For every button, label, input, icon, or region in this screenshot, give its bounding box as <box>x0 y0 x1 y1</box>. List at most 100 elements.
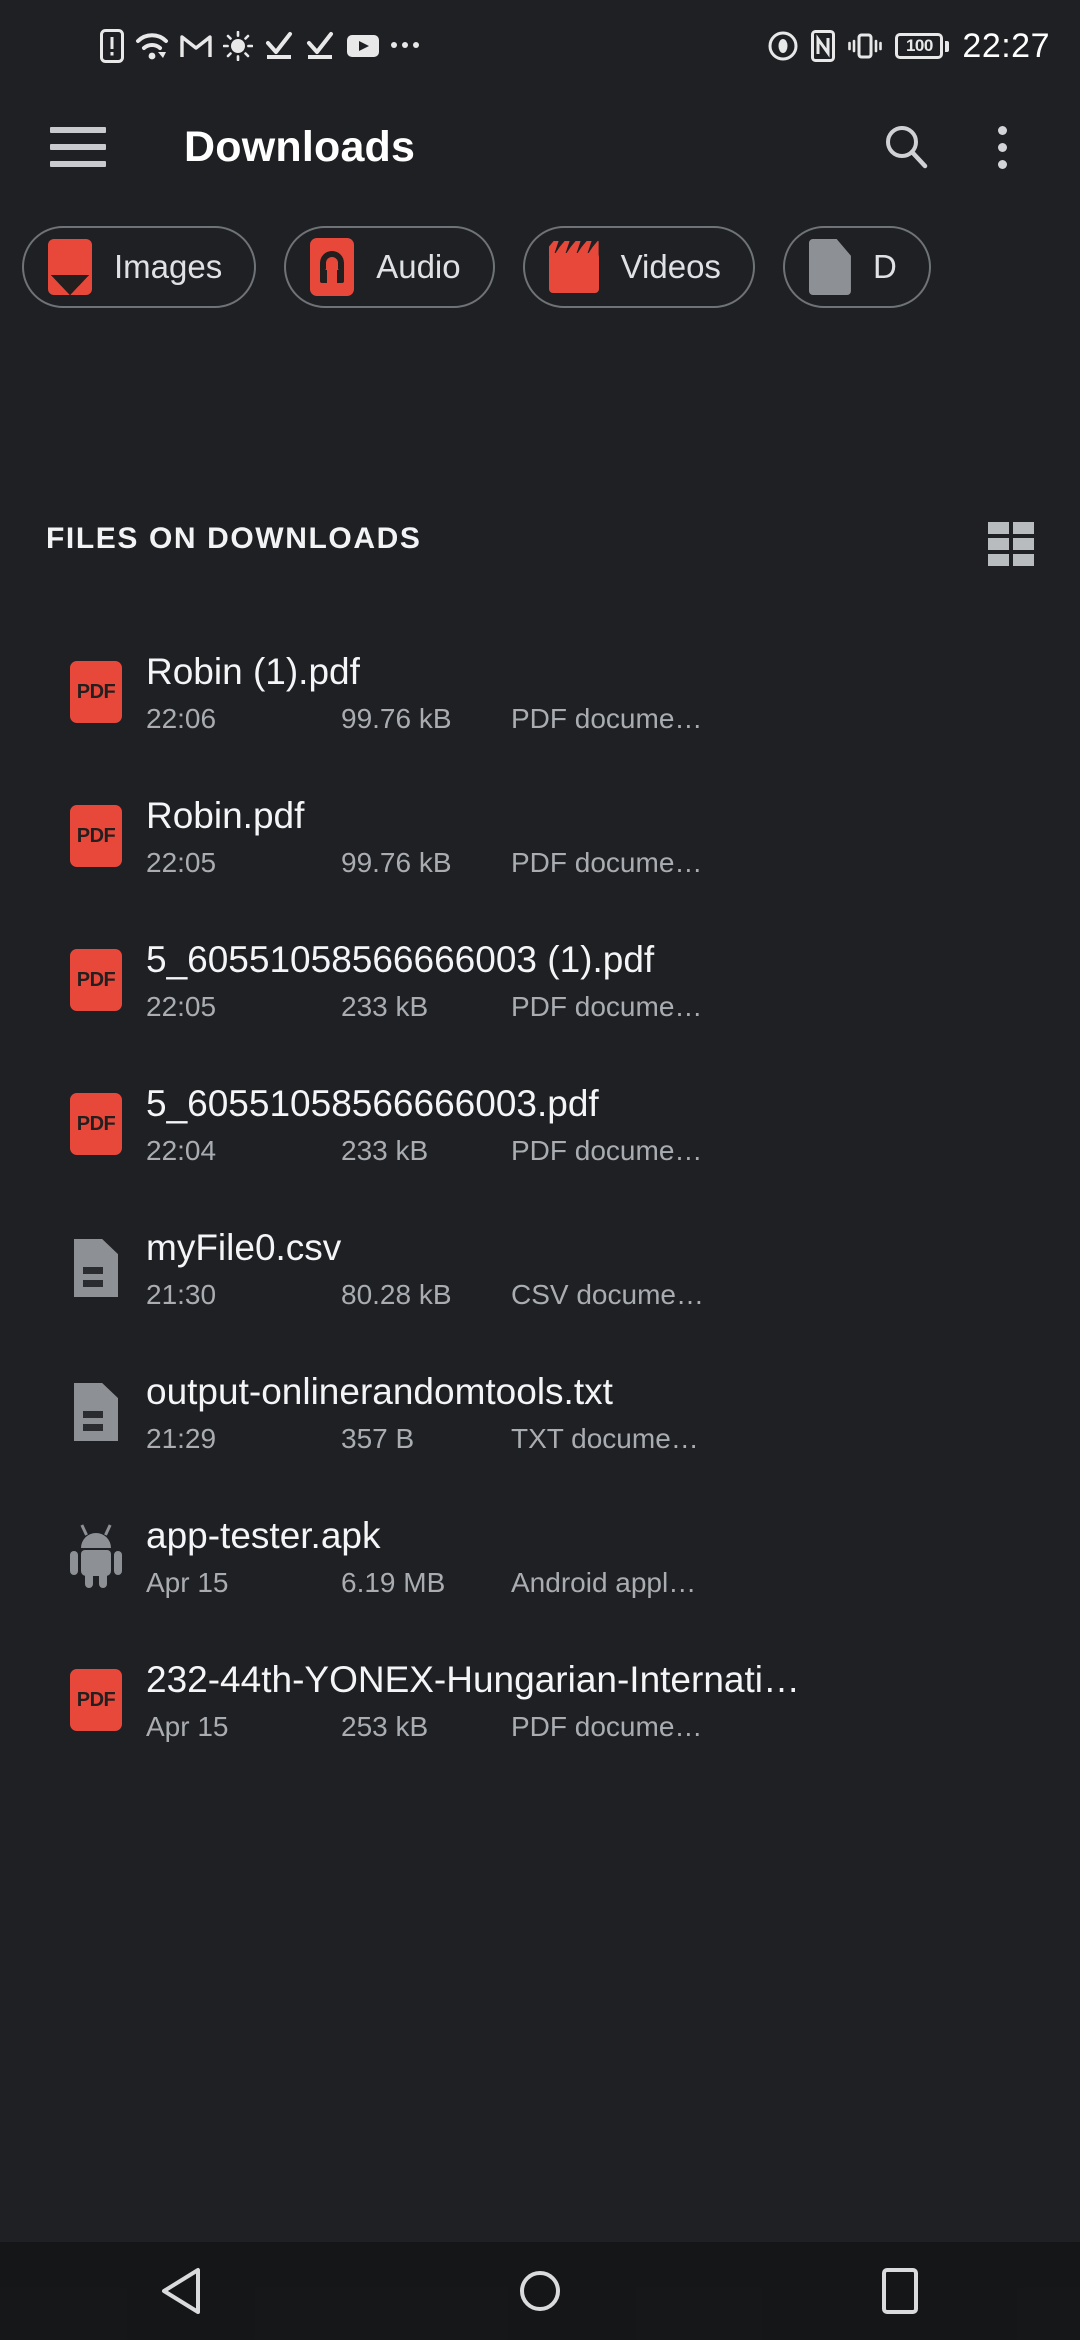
file-size: 233 kB <box>341 991 429 1022</box>
table-row[interactable]: PDF Robin.pdf 22:05 99.76 kB PDF docume… <box>0 764 1080 908</box>
file-details: app-tester.apk Apr 15 6.19 MB Android ap… <box>146 1513 1080 1599</box>
chip-images[interactable]: Images <box>22 226 257 308</box>
file-name: myFile0.csv <box>146 1227 342 1268</box>
file-time: Apr 15 <box>146 1711 229 1742</box>
file-icon <box>46 1383 146 1441</box>
battery-level: 100 <box>905 36 933 55</box>
table-row[interactable]: output-onlinerandomtools.txt 21:29 357 B… <box>0 1340 1080 1484</box>
battery-cap-icon <box>945 40 950 52</box>
chip-documents[interactable]: D <box>782 226 931 308</box>
table-row[interactable]: PDF 5_60551058566666003.pdf 22:04 233 kB… <box>0 1052 1080 1196</box>
recents-square-icon <box>882 2268 918 2314</box>
file-type: TXT docume… <box>511 1423 699 1454</box>
file-time: 22:04 <box>146 1135 217 1166</box>
pdf-file-icon: PDF <box>70 661 122 723</box>
sim-alert-icon <box>100 29 124 63</box>
home-button[interactable] <box>465 2242 615 2340</box>
file-size: 253 kB <box>341 1711 429 1742</box>
table-row[interactable]: PDF Robin (1).pdf 22:06 99.76 kB PDF doc… <box>0 620 1080 764</box>
chip-videos[interactable]: Videos <box>522 226 755 308</box>
table-row[interactable]: app-tester.apk Apr 15 6.19 MB Android ap… <box>0 1484 1080 1628</box>
file-name: output-onlinerandomtools.txt <box>146 1371 613 1412</box>
file-subtitle: Apr 15 6.19 MB Android appl… <box>146 1567 1060 1599</box>
download-complete-icon <box>266 32 292 59</box>
file-time: 21:30 <box>146 1279 217 1310</box>
home-circle-icon <box>520 2271 560 2311</box>
file-icon: PDF <box>46 805 146 867</box>
file-details: Robin.pdf 22:05 99.76 kB PDF docume… <box>146 793 1080 879</box>
file-subtitle: 22:05 233 kB PDF docume… <box>146 991 1060 1023</box>
file-type: PDF docume… <box>511 847 703 878</box>
file-time: 22:05 <box>146 847 217 878</box>
file-time: 22:05 <box>146 991 217 1022</box>
pdf-badge-label: PDF <box>76 1688 116 1711</box>
file-time: 21:29 <box>146 1423 217 1454</box>
file-time: Apr 15 <box>146 1567 229 1598</box>
file-type: PDF docume… <box>511 1711 703 1742</box>
audio-headphone-icon <box>310 238 355 296</box>
search-button[interactable] <box>870 111 942 183</box>
table-row[interactable]: PDF 5_60551058566666003 (1).pdf 22:05 23… <box>0 908 1080 1052</box>
recents-button[interactable] <box>825 2242 975 2340</box>
file-type: Android appl… <box>511 1567 697 1598</box>
more-notifications-icon <box>391 41 419 51</box>
generic-document-icon <box>74 1239 118 1297</box>
grid-view-icon[interactable] <box>988 522 1034 566</box>
back-button[interactable] <box>105 2242 255 2340</box>
file-subtitle: 21:29 357 B TXT docume… <box>146 1423 1060 1455</box>
file-name: app-tester.apk <box>146 1515 381 1556</box>
youtube-icon <box>347 35 379 57</box>
status-bar-system-icons: 100 22:27 <box>768 27 1050 66</box>
gmail-icon <box>180 35 212 57</box>
file-size: 80.28 kB <box>341 1279 452 1310</box>
pdf-file-icon: PDF <box>70 1669 122 1731</box>
eye-comfort-icon <box>768 31 798 61</box>
document-icon <box>808 239 851 295</box>
file-icon <box>46 1239 146 1297</box>
file-subtitle: 22:05 99.76 kB PDF docume… <box>146 847 1060 879</box>
pdf-badge-label: PDF <box>76 680 116 703</box>
file-name: Robin.pdf <box>146 795 305 836</box>
file-name: Robin (1).pdf <box>146 651 360 692</box>
file-type: CSV docume… <box>511 1279 704 1310</box>
filter-chips-row[interactable]: Images Audio Videos D <box>0 212 1080 322</box>
brightness-icon <box>223 31 253 61</box>
pdf-file-icon: PDF <box>70 949 122 1011</box>
table-row[interactable]: myFile0.csv 21:30 80.28 kB CSV docume… <box>0 1196 1080 1340</box>
pdf-badge-label: PDF <box>76 968 116 991</box>
table-row[interactable]: PDF 232-44th-YONEX-Hungarian-Internati… … <box>0 1628 1080 1772</box>
pdf-badge-label: PDF <box>76 1112 116 1135</box>
chip-label: D <box>872 248 897 285</box>
file-details: myFile0.csv 21:30 80.28 kB CSV docume… <box>146 1225 1080 1311</box>
pdf-file-icon: PDF <box>70 805 122 867</box>
overflow-menu-button[interactable] <box>966 111 1038 183</box>
file-details: 5_60551058566666003 (1).pdf 22:05 233 kB… <box>146 937 1080 1023</box>
file-icon: PDF <box>46 1093 146 1155</box>
file-details: Robin (1).pdf 22:06 99.76 kB PDF docume… <box>146 649 1080 735</box>
section-title: FILES ON DOWNLOADS <box>46 522 422 555</box>
image-icon <box>48 239 92 295</box>
search-icon <box>886 126 928 169</box>
back-triangle-icon <box>162 2268 200 2314</box>
hamburger-menu-icon[interactable] <box>50 127 106 167</box>
file-size: 357 B <box>341 1423 415 1454</box>
pdf-file-icon: PDF <box>70 1093 122 1155</box>
vibrate-icon <box>848 33 883 59</box>
file-time: 22:06 <box>146 703 217 734</box>
file-type: PDF docume… <box>511 703 703 734</box>
downloads-screen: 100 22:27 Downloads Images Audio Videos … <box>0 0 1080 2340</box>
page-title: Downloads <box>184 122 416 171</box>
file-size: 99.76 kB <box>341 847 452 878</box>
file-subtitle: 21:30 80.28 kB CSV docume… <box>146 1279 1060 1311</box>
download-complete-icon-2 <box>307 32 333 59</box>
chip-label: Audio <box>376 248 461 285</box>
status-bar-clock: 22:27 <box>962 26 1050 65</box>
file-details: output-onlinerandomtools.txt 21:29 357 B… <box>146 1369 1080 1455</box>
pdf-badge-label: PDF <box>76 824 116 847</box>
file-subtitle: 22:04 233 kB PDF docume… <box>146 1135 1060 1167</box>
chip-audio[interactable]: Audio <box>284 226 495 308</box>
file-icon: PDF <box>46 949 146 1011</box>
android-apk-icon <box>68 1525 124 1588</box>
status-bar-notification-icons <box>30 29 419 63</box>
file-subtitle: 22:06 99.76 kB PDF docume… <box>146 703 1060 735</box>
